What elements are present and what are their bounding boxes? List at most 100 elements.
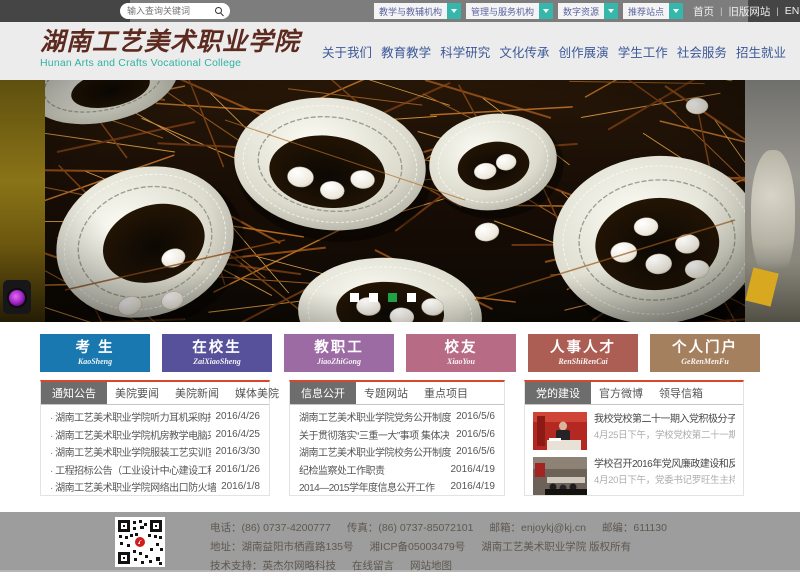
quicklink-kaosheng[interactable]: 考 生 KaoSheng bbox=[40, 334, 150, 372]
news-date: 2016/1/26 bbox=[216, 464, 261, 475]
list-item: 湖南工艺美术职业学院党务公开制度 2016/5/6 bbox=[299, 408, 495, 426]
nav-social-service[interactable]: 社会服务 bbox=[677, 42, 727, 61]
news-date: 2016/4/19 bbox=[451, 481, 496, 492]
quicklink-gerenmenhu[interactable]: 个人门户 GeRenMenFu bbox=[650, 334, 760, 372]
quicklink-zaixiaosheng[interactable]: 在校生 ZaiXiaoSheng bbox=[162, 334, 272, 372]
hero-carousel bbox=[0, 80, 800, 322]
search-icon[interactable] bbox=[215, 7, 223, 15]
info-list: 湖南工艺美术职业学院党务公开制度 2016/5/6 关于贯彻落实“三重一大”事项… bbox=[290, 405, 504, 496]
quicklink-pinyin: RenShiRenCai bbox=[528, 357, 638, 367]
main-nav: 关于我们 教育教学 科学研究 文化传承 创作展演 学生工作 社会服务 招生就业 bbox=[322, 22, 786, 80]
site-logo[interactable]: 湖南工艺美术职业学院 Hunan Arts and Crafts Vocatio… bbox=[40, 27, 300, 70]
tab-info-disclosure[interactable]: 信息公开 bbox=[290, 382, 356, 404]
tab-media-college[interactable]: 媒体美院 bbox=[227, 382, 287, 404]
logo-english-subtitle: Hunan Arts and Crafts Vocational College bbox=[40, 56, 300, 70]
news-link[interactable]: 关于贯彻落实“三重一大”事项 集体决 bbox=[299, 427, 449, 442]
tab-college-highlights[interactable]: 美院要闻 bbox=[107, 382, 167, 404]
yellow-wedge bbox=[745, 267, 778, 306]
party-news-desc: 4月25日下午，学校党校第二十一期入党积极分... bbox=[594, 428, 735, 443]
news-link[interactable]: 工程招标公告（工业设计中心建设工程） bbox=[50, 462, 211, 477]
list-item: 2014—2015学年度信息公开工作 2016/4/19 bbox=[299, 478, 495, 496]
quicklink-pinyin: GeRenMenFu bbox=[650, 357, 760, 367]
tab-notices[interactable]: 通知公告 bbox=[41, 382, 107, 404]
news-link[interactable]: 湖南工艺美术职业学院机房教学电脑采购招标公 bbox=[50, 427, 211, 442]
dropdown-service-orgs[interactable]: 管理与服务机构 bbox=[466, 3, 553, 19]
logo-chinese-calligraphy: 湖南工艺美术职业学院 bbox=[40, 27, 300, 56]
dropdown-label: 数字资源 bbox=[563, 5, 599, 18]
news-link[interactable]: 湖南工艺美术职业学院网络出口防火墙采购招标 bbox=[50, 479, 216, 494]
english-link[interactable]: ENGLISH bbox=[785, 5, 800, 17]
qr-code bbox=[115, 517, 165, 567]
party-news-item[interactable]: 学校召开2016年党风廉政建设和反腐败工作专 4月20日下午，党委书记罗旺生主持… bbox=[533, 457, 735, 495]
footer-link-sitemap[interactable]: 网站地图 bbox=[410, 557, 452, 576]
list-item: 湖南工艺美术职业学院服装工艺实训室设备采购 2016/3/30 bbox=[50, 443, 260, 461]
dropdown-digital-resources[interactable]: 数字资源 bbox=[558, 3, 618, 19]
news-link[interactable]: 纪检监察处工作职责 bbox=[299, 462, 385, 477]
news-date: 2016/5/6 bbox=[456, 411, 495, 422]
quicklink-pinyin: ZaiXiaoSheng bbox=[162, 357, 272, 367]
carousel-dot-3-active[interactable] bbox=[388, 293, 397, 302]
dropdown-label: 教学与教辅机构 bbox=[379, 5, 442, 18]
list-item: 关于贯彻落实“三重一大”事项 集体决 2016/5/6 bbox=[299, 426, 495, 444]
info-disclosure-box: 信息公开 专题网站 重点项目 湖南工艺美术职业学院党务公开制度 2016/5/6… bbox=[289, 380, 505, 496]
footer-icp[interactable]: 湘ICP备05003479号 bbox=[370, 538, 466, 557]
quicklink-pinyin: JiaoZhiGong bbox=[284, 357, 394, 367]
nav-creation[interactable]: 创作展演 bbox=[559, 42, 609, 61]
party-news-item[interactable]: 我校党校第二十一期入党积极分子培训班开班,学 4月25日下午，学校党校第二十一期… bbox=[533, 412, 735, 450]
search-input[interactable] bbox=[127, 6, 215, 16]
dropdown-recommended-sites[interactable]: 推荐站点 bbox=[623, 3, 683, 19]
carousel-dot-2[interactable] bbox=[369, 293, 378, 302]
party-building-box: 党的建设 官方微博 领导信箱 我校党校第二十一期入党积极分子培训班开班,学 4月… bbox=[524, 380, 744, 496]
nav-about[interactable]: 关于我们 bbox=[322, 42, 372, 61]
carousel-dot-4[interactable] bbox=[407, 293, 416, 302]
topbar-links: 首页 | 旧版网站 | ENGLISH | bbox=[693, 4, 800, 19]
site-header: 湖南工艺美术职业学院 Hunan Arts and Crafts Vocatio… bbox=[0, 22, 800, 80]
quicklink-xiaoyou[interactable]: 校友 XiaoYou bbox=[406, 334, 516, 372]
nav-student-work[interactable]: 学生工作 bbox=[618, 42, 668, 61]
carousel-pagination bbox=[350, 293, 416, 302]
nav-culture[interactable]: 文化传承 bbox=[499, 42, 549, 61]
nav-education[interactable]: 教育教学 bbox=[381, 42, 431, 61]
news-link[interactable]: 湖南工艺美术职业学院党务公开制度 bbox=[299, 409, 451, 424]
party-news-meta: 我校党校第二十一期入党积极分子培训班开班,学 4月25日下午，学校党校第二十一期… bbox=[594, 412, 735, 450]
party-news-title[interactable]: 我校党校第二十一期入党积极分子培训班开班,学 bbox=[594, 412, 735, 428]
top-utility-bar: 教学与教辅机构 管理与服务机构 数字资源 推荐站点 首页 | 旧版网站 | EN… bbox=[0, 0, 800, 22]
quicklink-jiaozhigong[interactable]: 教职工 JiaoZhiGong bbox=[284, 334, 394, 372]
quicklink-label: 在校生 bbox=[162, 340, 272, 357]
dropdown-label: 管理与服务机构 bbox=[471, 5, 534, 18]
search-box[interactable] bbox=[120, 3, 230, 19]
tab-official-weibo[interactable]: 官方微博 bbox=[591, 382, 651, 404]
news-link[interactable]: 湖南工艺美术职业学院服装工艺实训室设备采购 bbox=[50, 444, 211, 459]
nav-research[interactable]: 科学研究 bbox=[440, 42, 490, 61]
carousel-dot-1[interactable] bbox=[350, 293, 359, 302]
tab-college-news[interactable]: 美院新闻 bbox=[167, 382, 227, 404]
quicklink-label: 教职工 bbox=[284, 340, 394, 357]
footer-text: 电话：(86) 0737-4200777 传真：(86) 0737-850721… bbox=[210, 519, 667, 576]
footer-postcode: 邮编：611130 bbox=[602, 519, 667, 538]
news-thumbnail-speech bbox=[533, 412, 587, 450]
hero-left-edge-photo bbox=[0, 80, 45, 322]
tab-special-sites[interactable]: 专题网站 bbox=[356, 382, 416, 404]
old-site-link[interactable]: 旧版网站 bbox=[728, 4, 770, 19]
stage-light-lens bbox=[7, 288, 27, 308]
footer-tech-support: 技术支持：英杰尔网略科技 bbox=[210, 557, 336, 576]
footer-link-message[interactable]: 在线留言 bbox=[352, 557, 394, 576]
quicklink-renshirencai[interactable]: 人事人才 RenShiRenCai bbox=[528, 334, 638, 372]
tab-leader-mailbox[interactable]: 领导信箱 bbox=[651, 382, 711, 404]
news-link[interactable]: 2014—2015学年度信息公开工作 bbox=[299, 479, 435, 494]
list-item: 工程招标公告（工业设计中心建设工程） 2016/1/26 bbox=[50, 461, 260, 479]
chevron-down-icon bbox=[539, 3, 553, 19]
news-link[interactable]: 湖南工艺美术职业学院听力耳机采购招标公告 bbox=[50, 409, 211, 424]
dropdown-teaching-orgs[interactable]: 教学与教辅机构 bbox=[374, 3, 461, 19]
quicklink-label: 考 生 bbox=[40, 340, 150, 357]
tab-key-projects[interactable]: 重点项目 bbox=[416, 382, 476, 404]
quicklink-pinyin: XiaoYou bbox=[406, 357, 516, 367]
party-news-title[interactable]: 学校召开2016年党风廉政建设和反腐败工作专 bbox=[594, 457, 735, 473]
hero-image-paper-nests bbox=[45, 80, 745, 322]
news-link[interactable]: 湖南工艺美术职业学院校务公开制度（试 bbox=[299, 444, 451, 459]
news-date: 2016/1/8 bbox=[221, 481, 260, 492]
home-link[interactable]: 首页 bbox=[693, 4, 714, 19]
nav-admissions[interactable]: 招生就业 bbox=[736, 42, 786, 61]
tab-party-building[interactable]: 党的建设 bbox=[525, 382, 591, 404]
news-thumbnail-meeting bbox=[533, 457, 587, 495]
